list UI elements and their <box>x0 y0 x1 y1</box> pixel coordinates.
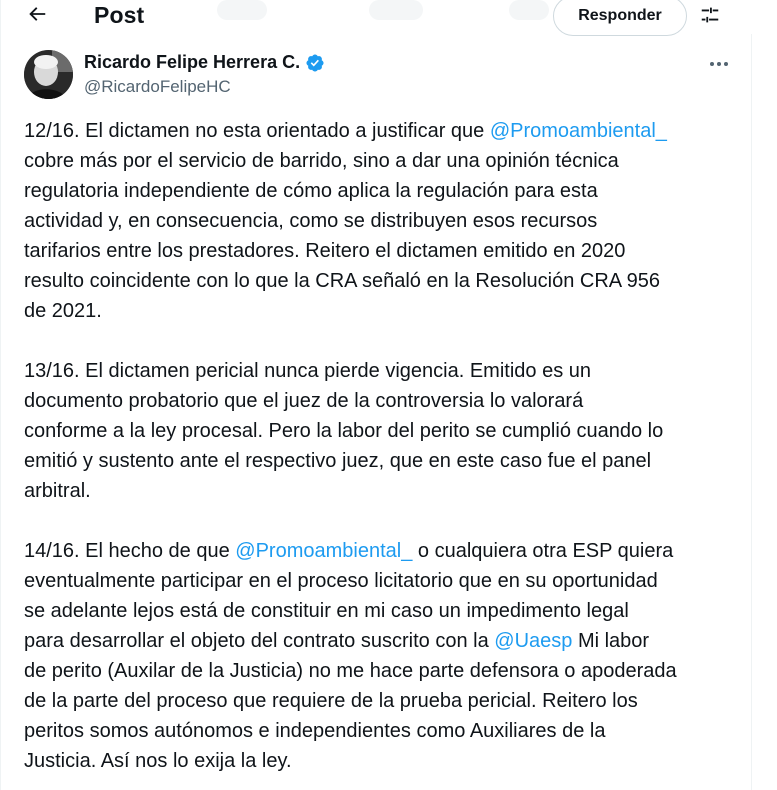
faded-overlay <box>369 0 423 20</box>
post-header: Post Responder <box>1 0 753 36</box>
text-segment: 14/16. El hecho de que <box>24 540 236 562</box>
text-segment: 12/16. El dictamen no esta orientado a j… <box>24 120 490 142</box>
text-segment: Mi labor <box>572 630 650 652</box>
text-line: 13/16. El dictamen pericial nunca pierde… <box>24 360 591 382</box>
avatar-image <box>24 50 73 99</box>
text-line: 12/16. El dictamen no esta orientado a j… <box>24 116 744 146</box>
mention-link-promoambiental[interactable]: @Promoambiental_ <box>490 120 667 142</box>
post-text: 12/16. El dictamen no esta orientado a j… <box>24 116 744 776</box>
arrow-left-icon <box>26 3 48 30</box>
page-title: Post <box>94 2 145 28</box>
thread-paragraph-12: 12/16. El dictamen no esta orientado a j… <box>24 116 744 326</box>
faded-overlay <box>509 0 549 20</box>
mention-link-promoambiental[interactable]: @Promoambiental_ <box>235 540 412 562</box>
text-line: se adelante lejos está de constituir en … <box>24 600 629 622</box>
author-handle[interactable]: @RicardoFelipeHC <box>84 77 231 97</box>
text-line: tarifarios entre los prestadores. Reiter… <box>24 240 626 262</box>
faded-overlay <box>217 0 267 20</box>
more-options-button[interactable] <box>703 52 735 74</box>
thread-paragraph-13: 13/16. El dictamen pericial nunca pierde… <box>24 356 744 506</box>
text-line: peritos somos autónomos e independientes… <box>24 720 606 742</box>
avatar[interactable] <box>24 50 73 99</box>
text-line: de perito (Auxilar de la Justicia) no me… <box>24 660 677 682</box>
author-name-text: Ricardo Felipe Herrera C. <box>84 52 301 72</box>
post-detail-panel: Post Responder Ricardo Felipe Herrera C. <box>0 0 753 790</box>
text-line: conforme a la ley procesal. Pero la labo… <box>24 420 664 442</box>
text-segment: para desarrollar el objeto del contrato … <box>24 630 495 652</box>
text-line: emitió y sustento ante el respectivo jue… <box>24 450 652 472</box>
author-name[interactable]: Ricardo Felipe Herrera C. <box>84 52 325 73</box>
thread-paragraph-14: 14/16. El hecho de que @Promoambiental_ … <box>24 536 744 776</box>
text-line: eventualmente participar en el proceso l… <box>24 570 658 592</box>
text-line: resulto coincidente con lo que la CRA se… <box>24 270 660 292</box>
more-horizontal-icon <box>709 54 729 72</box>
reply-button[interactable]: Responder <box>553 0 687 36</box>
text-line: cobre más por el servicio de barrido, si… <box>24 150 619 172</box>
sliders-icon <box>699 4 721 31</box>
text-line: regulatoria independiente de cómo aplica… <box>24 180 598 202</box>
text-line: documento probatorio que el juez de la c… <box>24 390 584 412</box>
text-line: actividad y, en consecuencia, como se di… <box>24 210 598 232</box>
text-line: de la parte del proceso que requiere de … <box>24 690 638 712</box>
filter-button[interactable] <box>695 2 725 32</box>
text-line: Justicia. Así nos lo exija la ley. <box>24 750 292 772</box>
text-line: para desarrollar el objeto del contrato … <box>24 626 744 656</box>
mention-link-uaesp[interactable]: @Uaesp <box>494 630 572 652</box>
text-line: arbitral. <box>24 480 91 502</box>
verified-badge-icon[interactable] <box>305 53 325 73</box>
text-line: 14/16. El hecho de que @Promoambiental_ … <box>24 536 744 566</box>
text-line: de 2021. <box>24 300 102 322</box>
text-segment: o cualquiera otra ESP quiera <box>412 540 674 562</box>
back-button[interactable] <box>19 0 55 32</box>
